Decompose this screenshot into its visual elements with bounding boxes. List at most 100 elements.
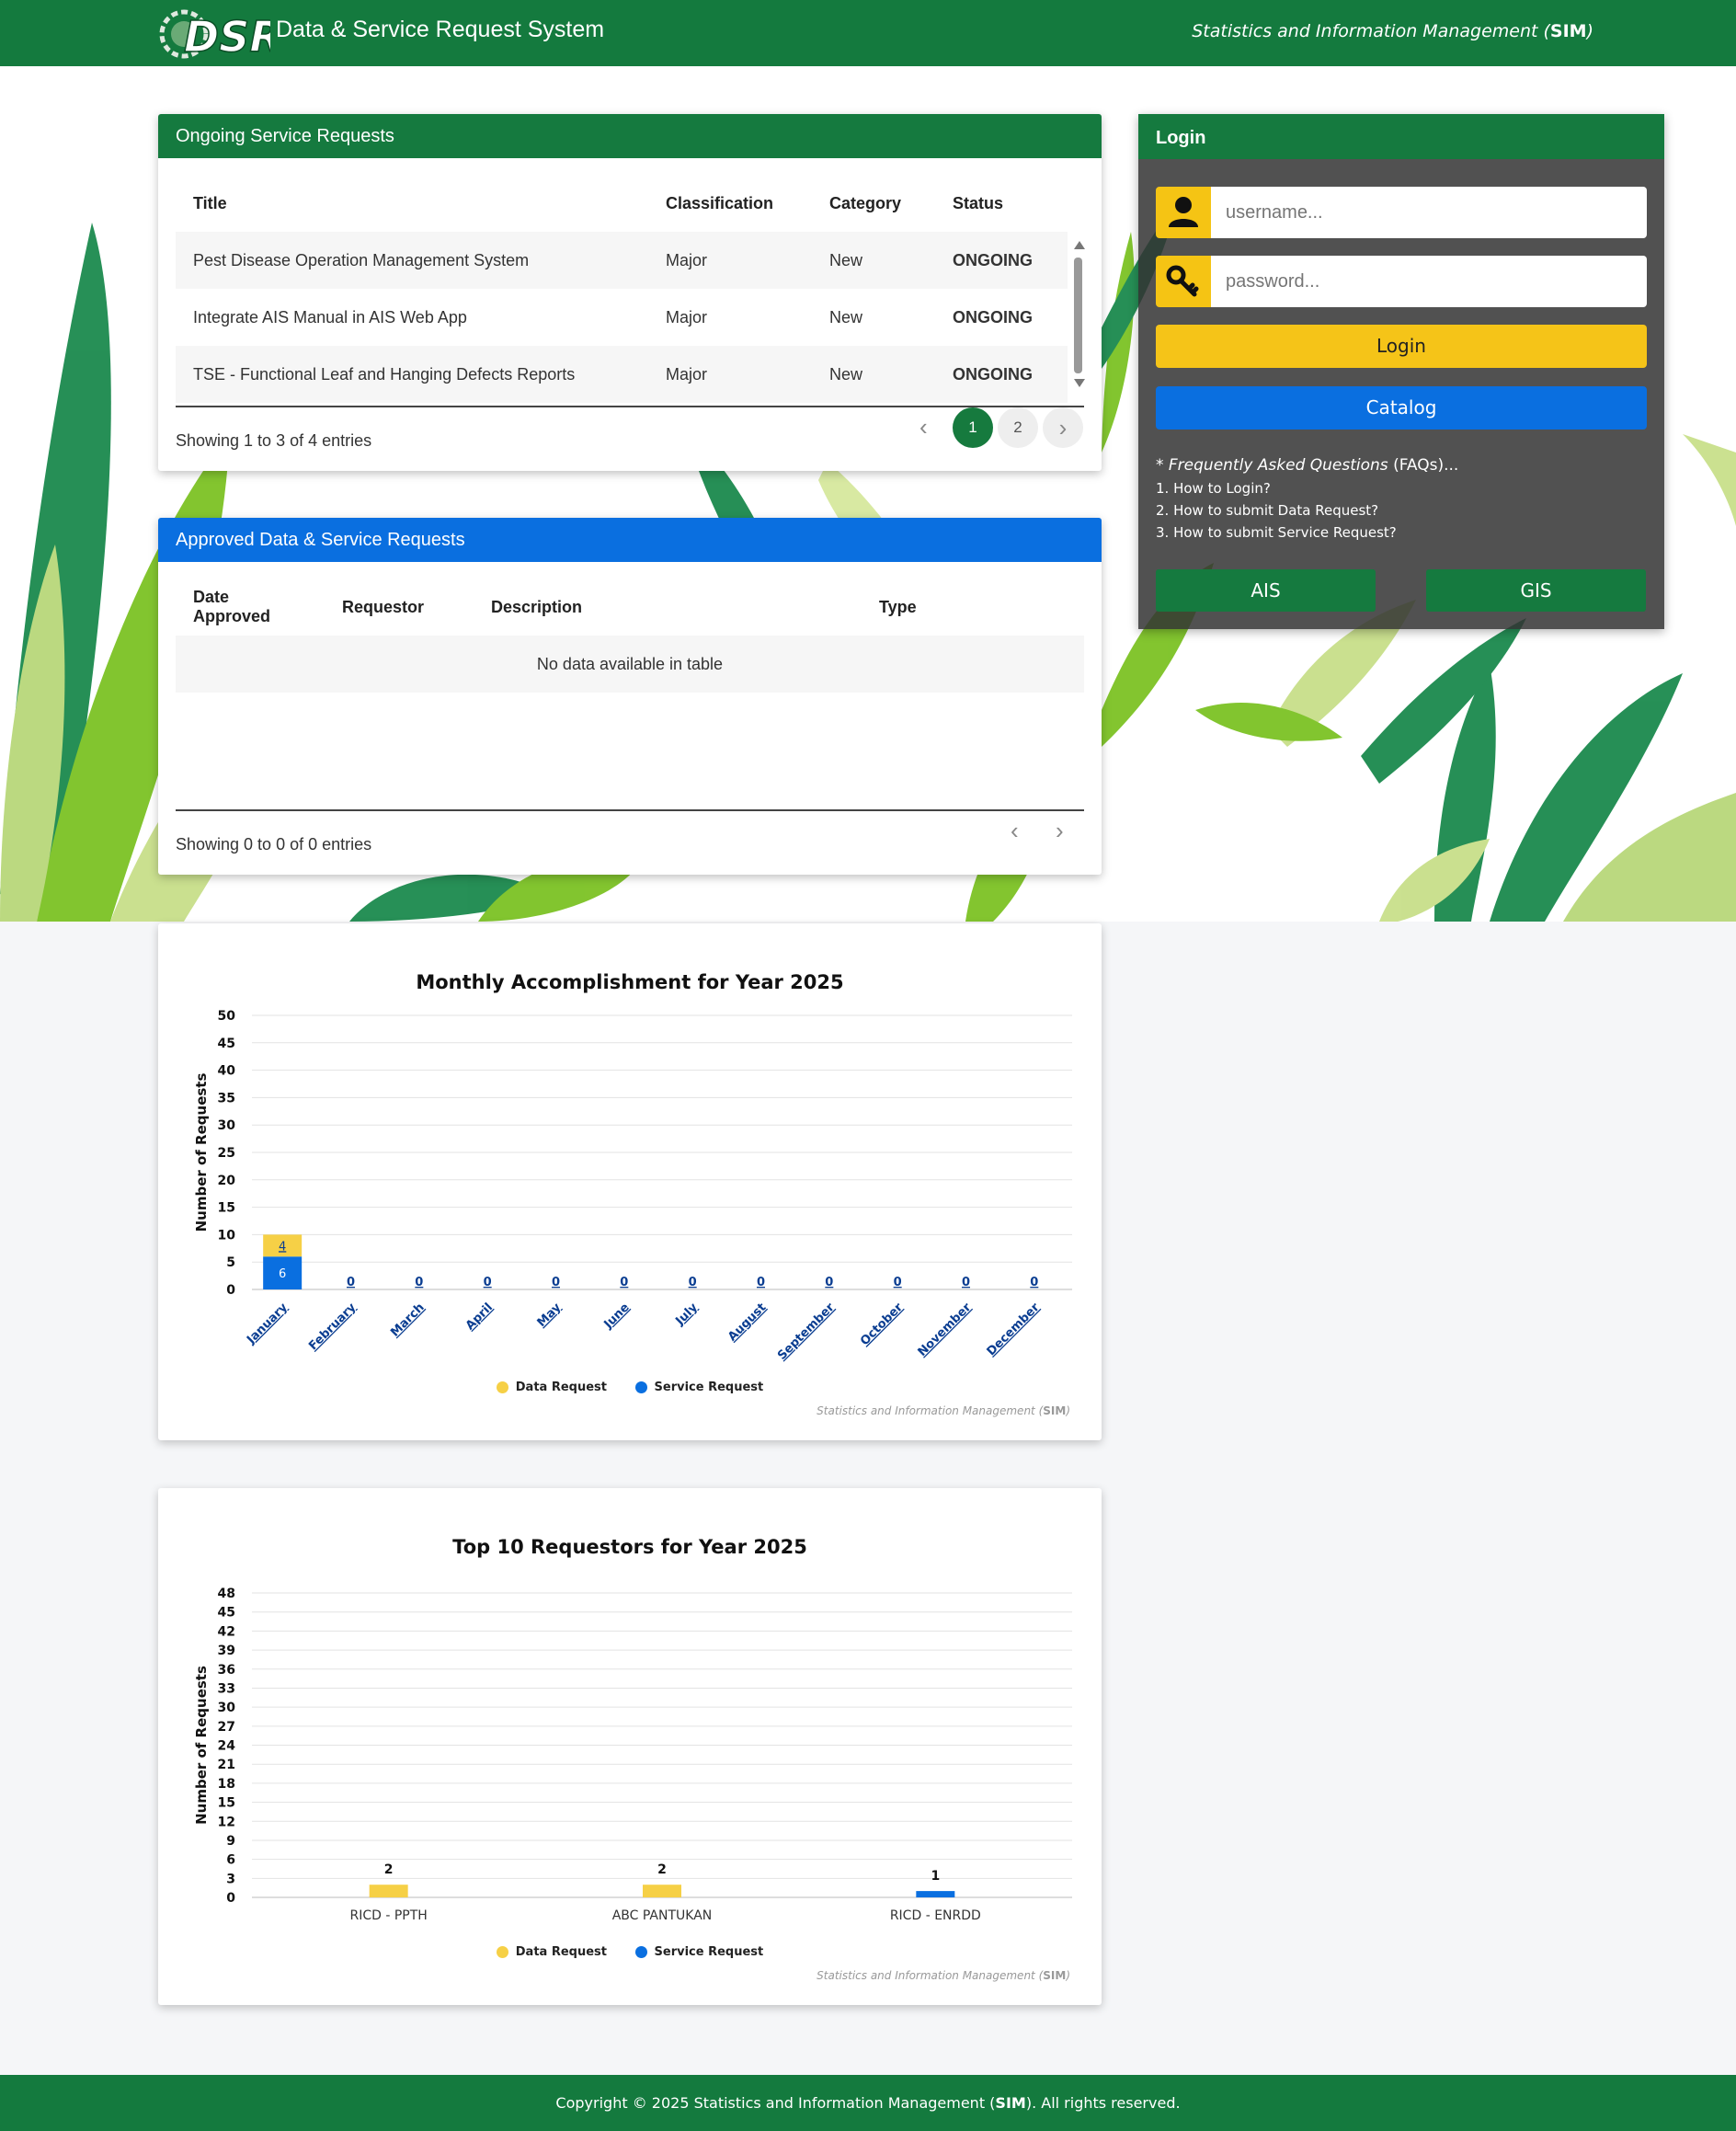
table-row[interactable]: Pest Disease Operation Management System… [176, 232, 1068, 289]
y-tick-label: 30 [218, 1118, 236, 1133]
ongoing-requests-card: Ongoing Service Requests Title Classific… [158, 114, 1102, 471]
login-panel: Login Login Catalog * Frequently Asked Q… [1138, 114, 1664, 629]
faq-link-service-request[interactable]: 3. How to submit Service Request? [1156, 524, 1458, 541]
login-button[interactable]: Login [1156, 325, 1647, 368]
y-tick-label: 6 [226, 1853, 235, 1868]
y-tick-label: 48 [218, 1587, 235, 1601]
y-tick-label: 40 [218, 1064, 236, 1079]
y-tick-label: 9 [226, 1834, 235, 1849]
scrollbar-thumb[interactable] [1074, 258, 1082, 373]
data-label: 0 [620, 1276, 628, 1289]
faq-link-login[interactable]: 1. How to Login? [1156, 480, 1458, 497]
password-group [1156, 256, 1647, 307]
y-tick-label: 42 [218, 1624, 235, 1639]
data-label: 0 [552, 1276, 560, 1289]
x-tick-label: July [673, 1300, 702, 1329]
x-tick-label: RICD - ENRDD [890, 1908, 981, 1923]
approved-requests-title: Approved Data & Service Requests [158, 518, 1102, 562]
data-label: 0 [689, 1276, 697, 1289]
ais-button[interactable]: AIS [1156, 569, 1376, 612]
data-label: 0 [757, 1276, 765, 1289]
approved-requests-table: Date Approved Requestor Description Type… [176, 579, 1084, 693]
y-tick-label: 36 [218, 1663, 235, 1678]
faq-title: * Frequently Asked Questions (FAQs)... [1156, 456, 1459, 475]
y-axis-label: Number of Requests [193, 1666, 210, 1825]
y-tick-label: 45 [218, 1606, 235, 1621]
scroll-down-icon[interactable] [1074, 379, 1085, 387]
data-label: 4 [279, 1240, 286, 1254]
y-tick-label: 35 [218, 1091, 235, 1106]
page-button-1[interactable]: 1 [953, 407, 993, 448]
table-info: Showing 1 to 3 of 4 entries [176, 431, 372, 450]
column-header-category[interactable]: Category [812, 175, 935, 232]
legend-item-data-request[interactable]: Data Request [496, 1381, 607, 1394]
y-tick-label: 18 [218, 1777, 235, 1792]
x-tick-label: March [388, 1300, 427, 1339]
faq-link-data-request[interactable]: 2. How to submit Data Request? [1156, 502, 1458, 519]
y-tick-label: 15 [218, 1201, 235, 1216]
y-tick-label: 24 [218, 1739, 236, 1754]
gis-button[interactable]: GIS [1426, 569, 1646, 612]
data-label: 0 [347, 1276, 355, 1289]
username-input[interactable] [1211, 187, 1647, 238]
table-row[interactable]: TSE - Functional Leaf and Hanging Defect… [176, 346, 1068, 403]
top-requestors-chart-card: Top 10 Requestors for Year 2025 0 3 6 9 12 15… [158, 1488, 1102, 2005]
catalog-button[interactable]: Catalog [1156, 386, 1647, 430]
empty-message: No data available in table [176, 636, 1084, 693]
column-header-title[interactable]: Title [176, 175, 648, 232]
column-header-date-approved[interactable]: Date Approved [176, 579, 325, 636]
x-tick-label: October [858, 1300, 906, 1348]
column-header-type[interactable]: Type [862, 579, 1084, 636]
x-tick-label: April [463, 1300, 496, 1333]
data-label: 0 [1030, 1276, 1038, 1289]
username-group [1156, 187, 1647, 238]
bar-data-request [643, 1885, 681, 1897]
table-bottom-border [176, 406, 1084, 407]
table-scrollbar[interactable] [1070, 241, 1087, 517]
legend-item-service-request[interactable]: Service Request [634, 1945, 763, 1959]
legend-item-service-request[interactable]: Service Request [634, 1381, 763, 1394]
column-header-description[interactable]: Description [474, 579, 862, 636]
empty-row: No data available in table [176, 636, 1084, 693]
x-tick-label: January [244, 1300, 291, 1347]
bar-data-request [369, 1885, 408, 1897]
x-tick-label: RICD - PPTH [350, 1908, 428, 1923]
page-button-2[interactable]: 2 [998, 407, 1038, 448]
x-tick-label: August [725, 1300, 769, 1344]
next-page-icon[interactable]: › [1043, 407, 1083, 448]
user-icon [1156, 187, 1211, 238]
footer: Copyright © 2025 Statistics and Informat… [0, 2075, 1736, 2131]
ongoing-requests-table: Title Classification Category Status Pes… [176, 175, 1068, 403]
request-category: New [812, 232, 935, 289]
column-header-status[interactable]: Status [935, 175, 1068, 232]
y-tick-label: 30 [218, 1701, 236, 1715]
x-tick-label: December [985, 1300, 1043, 1358]
scroll-up-icon[interactable] [1074, 241, 1085, 249]
status-badge: ONGOING [935, 346, 1068, 403]
request-category: New [829, 307, 863, 327]
legend-item-data-request[interactable]: Data Request [496, 1945, 607, 1959]
top-navbar: DSR Data & Service Request System Statis… [0, 0, 1736, 66]
chart-credit: Statistics and Information Management (S… [817, 1404, 1070, 1417]
y-tick-label: 0 [226, 1283, 235, 1298]
x-tick-label: June [601, 1300, 633, 1332]
prev-page-icon[interactable]: ‹ [919, 413, 928, 441]
request-classification: Major [648, 232, 812, 289]
svg-text:DSR: DSR [184, 12, 270, 62]
column-header-classification[interactable]: Classification [648, 175, 812, 232]
y-tick-label: 5 [226, 1255, 235, 1270]
table-row[interactable]: Integrate AIS Manual in AIS Web App Majo… [176, 289, 1068, 346]
y-tick-label: 27 [218, 1720, 235, 1735]
next-page-icon[interactable]: › [1056, 817, 1064, 845]
bar-service-request [916, 1891, 955, 1897]
org-name: Statistics and Information Management (S… [1192, 21, 1593, 41]
monthly-chart-card: Monthly Accomplishment for Year 2025 051… [158, 923, 1102, 1440]
prev-page-icon[interactable]: ‹ [1011, 817, 1019, 845]
dsr-logo[interactable]: DSR [158, 4, 270, 63]
x-tick-label: May [535, 1300, 565, 1330]
password-input[interactable] [1211, 256, 1647, 307]
y-tick-label: 33 [218, 1681, 235, 1696]
y-tick-label: 15 [218, 1796, 235, 1811]
column-header-requestor[interactable]: Requestor [325, 579, 474, 636]
chart-legend: Data Request Service Request [158, 1945, 1102, 1959]
